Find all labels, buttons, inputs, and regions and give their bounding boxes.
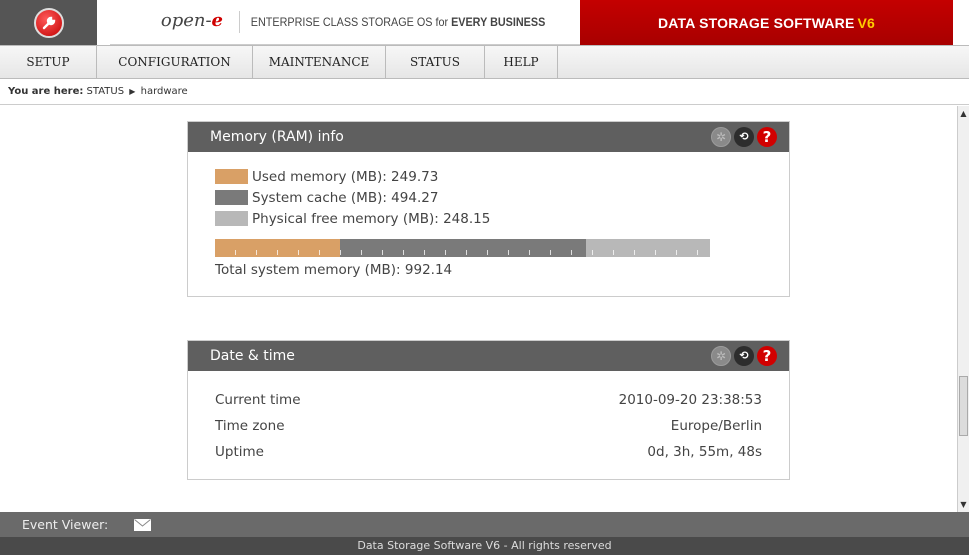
nav-maintenance[interactable]: MAINTENANCE	[253, 46, 386, 78]
bar-ticks	[215, 250, 710, 255]
total-memory: Total system memory (MB): 992.14	[215, 262, 453, 278]
breadcrumb: You are here: STATUS ▶ hardware	[0, 80, 969, 105]
breadcrumb-arrow-icon: ▶	[129, 87, 136, 96]
scroll-up-icon[interactable]: ▲	[958, 108, 969, 119]
nav-status[interactable]: STATUS	[386, 46, 485, 78]
refresh-icon[interactable]: ⟲	[734, 127, 754, 147]
nav-help[interactable]: HELP	[485, 46, 558, 78]
legend-used: Used memory (MB): 249.73	[215, 166, 789, 187]
memory-panel-body: Used memory (MB): 249.73 System cache (M…	[188, 152, 789, 296]
envelope-icon[interactable]	[134, 518, 152, 531]
datetime-row: Uptime 0d, 3h, 55m, 48s	[215, 444, 762, 460]
nav-setup[interactable]: SETUP	[0, 46, 97, 78]
tagline: ENTERPRISE CLASS STORAGE OS for EVERY BU…	[250, 15, 546, 29]
brand-name: open-e	[110, 11, 240, 33]
memory-usage-bar	[215, 239, 710, 257]
wrench-icon	[33, 7, 64, 38]
datetime-panel-title: Date & time	[210, 348, 295, 364]
free-swatch	[215, 211, 248, 226]
memory-panel-title: Memory (RAM) info	[210, 129, 344, 145]
gear-icon[interactable]: ✲	[711, 346, 731, 366]
breadcrumb-page: hardware	[140, 86, 188, 97]
gear-icon[interactable]: ✲	[711, 127, 731, 147]
datetime-panel-header: Date & time ✲ ⟲ ?	[188, 341, 789, 371]
main-content: Memory (RAM) info ✲ ⟲ ? Used memory (MB)…	[0, 106, 957, 512]
breadcrumb-section[interactable]: STATUS	[87, 86, 125, 97]
datetime-row: Time zone Europe/Berlin	[215, 418, 762, 434]
memory-panel: Memory (RAM) info ✲ ⟲ ? Used memory (MB)…	[187, 121, 790, 297]
header: open-e ENTERPRISE CLASS STORAGE OS for E…	[0, 0, 969, 45]
event-viewer-label: Event Viewer:	[22, 517, 109, 532]
main-nav: SETUP CONFIGURATION MAINTENANCE STATUS H…	[0, 45, 969, 79]
copyright: Data Storage Software V6 - All rights re…	[0, 537, 969, 555]
help-icon[interactable]: ?	[757, 127, 777, 147]
cache-swatch	[215, 190, 248, 205]
legend-free: Physical free memory (MB): 248.15	[215, 208, 789, 229]
logo[interactable]	[0, 0, 97, 45]
refresh-icon[interactable]: ⟲	[734, 346, 754, 366]
datetime-panel-body: Current time 2010-09-20 23:38:53 Time zo…	[188, 371, 789, 479]
vertical-scrollbar[interactable]: ▲ ▼	[957, 106, 969, 512]
event-viewer-bar: Event Viewer:	[0, 512, 969, 537]
brand-bar: open-e ENTERPRISE CLASS STORAGE OS for E…	[110, 0, 580, 45]
nav-configuration[interactable]: CONFIGURATION	[97, 46, 253, 78]
product-title: DATA STORAGE SOFTWARE V6	[580, 0, 953, 45]
memory-panel-header: Memory (RAM) info ✲ ⟲ ?	[188, 122, 789, 152]
datetime-row: Current time 2010-09-20 23:38:53	[215, 392, 762, 408]
used-swatch	[215, 169, 248, 184]
legend-cache: System cache (MB): 494.27	[215, 187, 789, 208]
datetime-panel: Date & time ✲ ⟲ ? Current time 2010-09-2…	[187, 340, 790, 480]
breadcrumb-prefix: You are here:	[8, 86, 84, 97]
scroll-thumb[interactable]	[959, 376, 968, 436]
help-icon[interactable]: ?	[757, 346, 777, 366]
scroll-down-icon[interactable]: ▼	[958, 499, 969, 510]
